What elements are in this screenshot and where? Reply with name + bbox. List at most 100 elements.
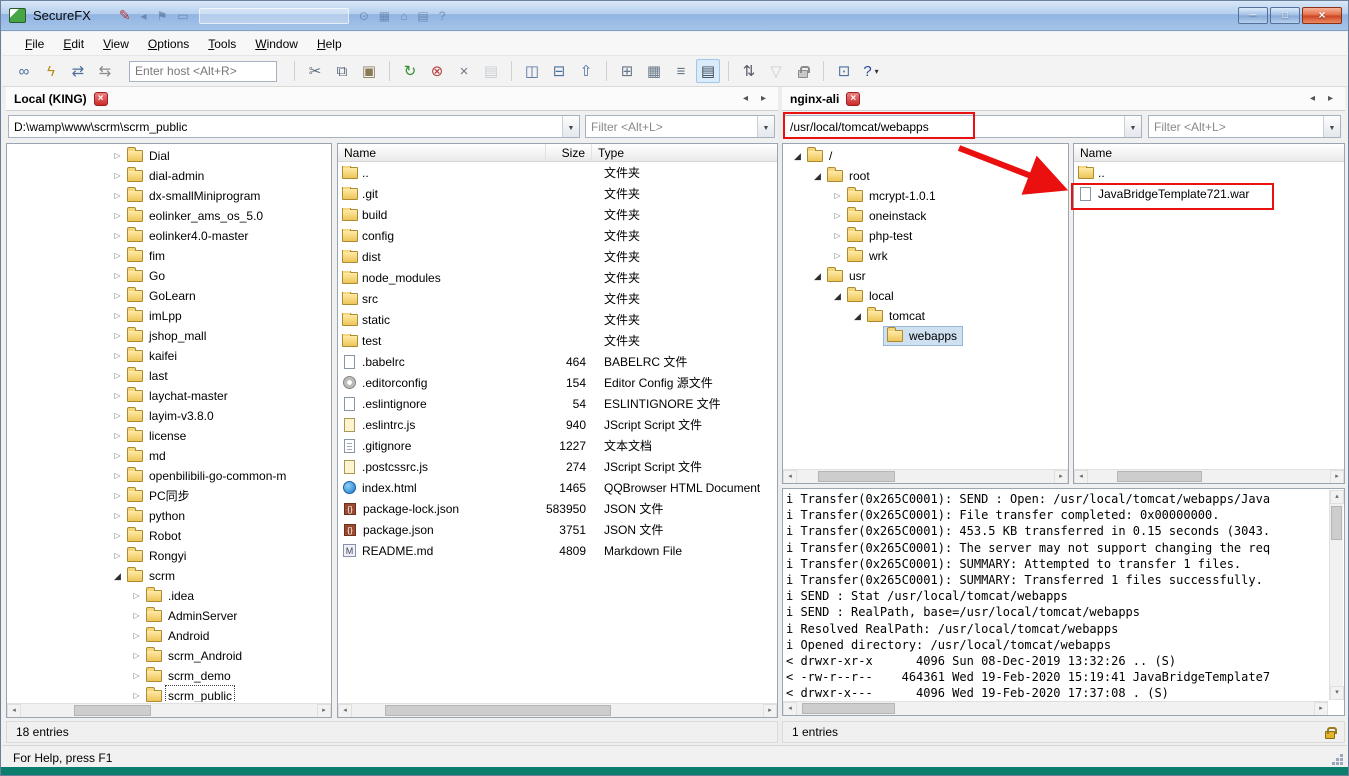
file-row[interactable]: .postcssrc.js 274 JScript Script 文件 bbox=[338, 456, 777, 477]
tree-item[interactable]: PC同步 bbox=[7, 486, 331, 506]
scroll-right-icon[interactable] bbox=[763, 704, 777, 717]
file-row[interactable]: .editorconfig 154 Editor Config 源文件 bbox=[338, 372, 777, 393]
tree-item[interactable]: python bbox=[7, 506, 331, 526]
tree-item[interactable]: Android bbox=[7, 626, 331, 646]
menu-edit[interactable]: Edit bbox=[54, 34, 93, 54]
expand-arrow-icon[interactable] bbox=[111, 506, 124, 526]
file-row[interactable]: JavaBridgeTemplate721.war bbox=[1074, 183, 1344, 204]
tree-item[interactable]: imLpp bbox=[7, 306, 331, 326]
expand-arrow-icon[interactable] bbox=[111, 366, 124, 386]
tree-item[interactable]: tomcat bbox=[783, 306, 1068, 326]
file-row[interactable]: build 文件夹 bbox=[338, 204, 777, 225]
paste-icon[interactable]: ▣ bbox=[357, 59, 381, 83]
expand-arrow-icon[interactable] bbox=[111, 246, 124, 266]
local-filter-dropdown-icon[interactable] bbox=[757, 116, 774, 137]
collapse-arrow-icon[interactable] bbox=[791, 146, 804, 166]
tree-item[interactable]: wrk bbox=[783, 246, 1068, 266]
column-header-name[interactable]: Name bbox=[338, 144, 546, 161]
menu-window[interactable]: Window bbox=[246, 34, 307, 54]
expand-arrow-icon[interactable] bbox=[130, 686, 143, 702]
tree-item[interactable]: scrm bbox=[7, 566, 331, 586]
small-icons-view-icon[interactable]: ▦ bbox=[642, 59, 666, 83]
tree-item[interactable]: layim-v3.8.0 bbox=[7, 406, 331, 426]
remote-tree-hscrollbar[interactable] bbox=[783, 469, 1068, 483]
tab-scroll-left-icon[interactable] bbox=[739, 93, 752, 104]
remote-filter-dropdown-icon[interactable] bbox=[1323, 116, 1340, 137]
local-tab[interactable]: Local (KING) bbox=[14, 92, 87, 106]
menu-view[interactable]: View bbox=[94, 34, 138, 54]
scroll-down-icon[interactable] bbox=[1330, 686, 1344, 700]
expand-arrow-icon[interactable] bbox=[831, 226, 844, 246]
scrollbar-thumb[interactable] bbox=[802, 703, 896, 714]
tree-item[interactable]: webapps bbox=[783, 326, 1068, 346]
local-path-dropdown-icon[interactable] bbox=[562, 116, 579, 137]
tree-item[interactable]: jshop_mall bbox=[7, 326, 331, 346]
file-row[interactable]: .git 文件夹 bbox=[338, 183, 777, 204]
host-input[interactable] bbox=[129, 60, 277, 82]
scroll-right-icon[interactable] bbox=[1054, 470, 1068, 483]
file-row[interactable]: index.html 1465 QQBrowser HTML Document bbox=[338, 477, 777, 498]
collapse-arrow-icon[interactable] bbox=[811, 166, 824, 186]
scrollbar-thumb[interactable] bbox=[1117, 471, 1202, 482]
expand-arrow-icon[interactable] bbox=[111, 386, 124, 406]
tree-item[interactable]: oneinstack bbox=[783, 206, 1068, 226]
expand-arrow-icon[interactable] bbox=[111, 186, 124, 206]
collapse-arrow-icon[interactable] bbox=[831, 286, 844, 306]
maximize-button[interactable] bbox=[1270, 7, 1300, 24]
scrollbar-thumb[interactable] bbox=[384, 705, 611, 716]
tree-item[interactable]: scrm_demo bbox=[7, 666, 331, 686]
column-header-type[interactable]: Type bbox=[592, 144, 777, 161]
remote-list-hscrollbar[interactable] bbox=[1074, 469, 1344, 483]
local-filter-input[interactable] bbox=[586, 116, 756, 137]
file-row[interactable]: node_modules 文件夹 bbox=[338, 267, 777, 288]
tab-scroll-left-icon[interactable] bbox=[1306, 93, 1319, 104]
scrollbar-thumb[interactable] bbox=[74, 705, 152, 716]
log-hscrollbar[interactable] bbox=[783, 701, 1328, 715]
scroll-right-icon[interactable] bbox=[317, 704, 331, 717]
tree-item[interactable]: eolinker_ams_os_5.0 bbox=[7, 206, 331, 226]
scroll-left-icon[interactable] bbox=[7, 704, 21, 717]
file-row[interactable]: dist 文件夹 bbox=[338, 246, 777, 267]
connect-in-tab-icon[interactable]: ⇆ bbox=[93, 59, 117, 83]
pane-layout-icon[interactable]: ◫ bbox=[520, 59, 544, 83]
tree-item[interactable]: license bbox=[7, 426, 331, 446]
file-row[interactable]: .eslintrc.js 940 JScript Script 文件 bbox=[338, 414, 777, 435]
expand-arrow-icon[interactable] bbox=[831, 206, 844, 226]
scroll-right-icon[interactable] bbox=[1330, 470, 1344, 483]
expand-arrow-icon[interactable] bbox=[111, 286, 124, 306]
remote-path-input[interactable] bbox=[785, 116, 1123, 137]
expand-arrow-icon[interactable] bbox=[111, 426, 124, 446]
expand-arrow-icon[interactable] bbox=[130, 606, 143, 626]
file-row[interactable]: src 文件夹 bbox=[338, 288, 777, 309]
properties-icon[interactable]: ▤ bbox=[479, 59, 503, 83]
list-view-icon[interactable]: ≡ bbox=[669, 59, 693, 83]
scroll-right-icon[interactable] bbox=[1314, 702, 1328, 715]
collapse-arrow-icon[interactable] bbox=[811, 266, 824, 286]
log-vscrollbar[interactable] bbox=[1329, 490, 1344, 700]
connect-icon[interactable]: ∞ bbox=[12, 59, 36, 83]
file-row[interactable]: .babelrc 464 BABELRC 文件 bbox=[338, 351, 777, 372]
copy-icon[interactable]: ⧉ bbox=[330, 59, 354, 83]
tree-item[interactable]: dx-smallMiniprogram bbox=[7, 186, 331, 206]
tree-item[interactable]: scrm_Android bbox=[7, 646, 331, 666]
tree-item[interactable]: Robot bbox=[7, 526, 331, 546]
expand-arrow-icon[interactable] bbox=[130, 586, 143, 606]
local-tab-close-icon[interactable] bbox=[93, 91, 108, 106]
swap-panes-icon[interactable]: ⊟ bbox=[547, 59, 571, 83]
tree-item[interactable]: Rongyi bbox=[7, 546, 331, 566]
tree-item[interactable]: Go bbox=[7, 266, 331, 286]
refresh-icon[interactable]: ↻ bbox=[398, 59, 422, 83]
file-row[interactable]: .gitignore 1227 文本文档 bbox=[338, 435, 777, 456]
tree-item[interactable]: .idea bbox=[7, 586, 331, 606]
tree-item[interactable]: php-test bbox=[783, 226, 1068, 246]
stop-icon[interactable]: ⊗ bbox=[425, 59, 449, 83]
file-row[interactable]: package.json 3751 JSON 文件 bbox=[338, 519, 777, 540]
remote-filter-input[interactable] bbox=[1149, 116, 1322, 137]
expand-arrow-icon[interactable] bbox=[111, 326, 124, 346]
tree-item[interactable]: GoLearn bbox=[7, 286, 331, 306]
expand-arrow-icon[interactable] bbox=[111, 206, 124, 226]
tree-item[interactable]: usr bbox=[783, 266, 1068, 286]
expand-arrow-icon[interactable] bbox=[831, 246, 844, 266]
collapse-arrow-icon[interactable] bbox=[851, 306, 864, 326]
sort-icon[interactable]: ⇅ bbox=[737, 59, 761, 83]
